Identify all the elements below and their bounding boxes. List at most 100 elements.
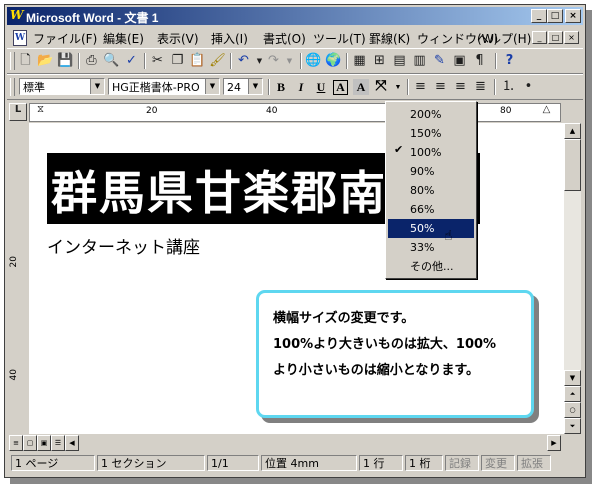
copy-icon[interactable]: ❐ (169, 53, 186, 69)
align-center-icon[interactable]: ≡ (432, 79, 449, 95)
redo-dropdown-icon[interactable]: ▼ (281, 53, 298, 69)
previous-page-button[interactable]: ⏶ (564, 386, 581, 402)
scroll-thumb[interactable] (564, 139, 581, 191)
zoom-option-100[interactable]: ✔ 100% (388, 143, 474, 162)
print-layout-view-button[interactable]: ▣ (37, 435, 51, 451)
distributed-icon[interactable]: ≣ (472, 79, 489, 95)
minimize-button[interactable]: _ (531, 9, 547, 23)
status-mode-record[interactable]: 記録 (445, 455, 479, 471)
cut-icon[interactable]: ✂ (149, 53, 166, 69)
menu-insert[interactable]: 挿入(I) (211, 30, 248, 47)
open-folder-icon[interactable]: 📂 (37, 53, 54, 69)
paste-icon[interactable]: 📋 (189, 53, 206, 69)
italic-icon[interactable]: I (293, 79, 309, 95)
new-document-icon[interactable]: 🗋 (17, 53, 34, 69)
align-right-icon[interactable]: ≡ (452, 79, 469, 95)
menu-help[interactable]: ヘルプ(H) (477, 30, 531, 47)
menu-view[interactable]: 表示(V) (157, 30, 199, 47)
status-mode-revision[interactable]: 変更 (481, 455, 515, 471)
show-hide-icon[interactable]: ¶ (471, 53, 488, 69)
redo-icon[interactable]: ↷ (265, 53, 282, 69)
web-layout-view-button[interactable]: ▢ (23, 435, 37, 451)
insert-hyperlink-icon[interactable]: 🌐 (305, 53, 322, 69)
vertical-ruler[interactable]: 20 40 (7, 123, 29, 434)
option-label: 66% (410, 203, 435, 216)
scaling-dropdown-menu: 200% 150% ✔ 100% 90% 80% 66% 50% 33% その他.… (385, 101, 477, 279)
scroll-up-button[interactable]: ▲ (564, 123, 581, 139)
chevron-down-icon[interactable]: ▼ (205, 79, 219, 94)
underline-icon[interactable]: U (313, 79, 329, 95)
tab-selector-icon[interactable]: L (9, 103, 27, 121)
chevron-down-icon[interactable]: ▼ (248, 79, 262, 94)
doc-restore-button[interactable]: □ (548, 31, 563, 44)
bold-icon[interactable]: B (273, 79, 289, 95)
bullets-icon[interactable]: • (520, 79, 537, 95)
font-combo[interactable]: HG正楷書体-PRO ▼ (108, 78, 220, 95)
help-icon[interactable]: ? (501, 53, 518, 69)
columns-icon[interactable]: ▥ (411, 53, 428, 69)
ruler-number: 20 (9, 256, 19, 268)
doc-minimize-button[interactable]: _ (532, 31, 547, 44)
print-preview-icon[interactable]: 🔍 (103, 53, 120, 69)
zoom-option-200[interactable]: 200% (388, 105, 474, 124)
document-map-icon[interactable]: ▣ (451, 53, 468, 69)
horizontal-scrollbar[interactable]: ≡ ▢ ▣ ☰ ◀ ▶ (7, 434, 564, 451)
scroll-left-button[interactable]: ◀ (65, 435, 79, 451)
document-icon[interactable]: W (13, 30, 27, 46)
close-button[interactable]: × (565, 9, 581, 23)
align-justify-icon[interactable]: ≡ (412, 79, 429, 95)
browse-object-button[interactable]: ○ (564, 402, 581, 418)
insert-table-icon[interactable]: ⊞ (371, 53, 388, 69)
indent-marker-icon[interactable]: ⧖ (32, 102, 49, 118)
format-painter-icon[interactable]: 🖌 (209, 53, 226, 69)
horizontal-ruler-row: L ⧖ 20 40 80 △ (7, 102, 583, 122)
character-border-icon[interactable]: A (333, 80, 348, 95)
outline-view-button[interactable]: ☰ (51, 435, 65, 451)
toolbar-grip[interactable] (10, 52, 15, 70)
drawing-icon[interactable]: ✎ (431, 53, 448, 69)
zoom-option-90[interactable]: 90% (388, 162, 474, 181)
zoom-option-other[interactable]: その他... (388, 257, 474, 276)
option-label: 50% (410, 222, 435, 235)
menu-table[interactable]: 罫線(K) (369, 30, 410, 47)
vertical-scrollbar[interactable]: ▲ ▼ ⏶ ○ ⏷ (564, 123, 581, 434)
style-combo[interactable]: 標準 ▼ (19, 78, 105, 95)
callout-line: 100%より大きいものは拡大、100% (273, 337, 497, 352)
web-toolbar-icon[interactable]: 🌍 (325, 53, 342, 69)
zoom-option-80[interactable]: 80% (388, 181, 474, 200)
ruler-number: 80 (500, 106, 512, 116)
status-mode-extend[interactable]: 拡張 (517, 455, 551, 471)
save-icon[interactable]: 💾 (57, 53, 74, 69)
status-page-count: 1/1 (207, 455, 259, 471)
doc-close-button[interactable]: × (564, 31, 579, 44)
scaling-dropdown-icon[interactable]: ▼ (390, 79, 406, 95)
zoom-option-66[interactable]: 66% (388, 200, 474, 219)
numbering-icon[interactable]: ⒈ (500, 79, 517, 95)
horizontal-ruler[interactable]: ⧖ 20 40 80 △ (29, 103, 561, 122)
scroll-right-button[interactable]: ▶ (547, 435, 561, 451)
menu-file[interactable]: ファイル(F) (33, 30, 97, 47)
menu-format[interactable]: 書式(O) (263, 30, 306, 47)
toolbar-separator (230, 53, 232, 69)
next-page-button[interactable]: ⏷ (564, 418, 581, 434)
chevron-down-icon[interactable]: ▼ (90, 79, 104, 94)
font-size-combo[interactable]: 24 ▼ (223, 78, 263, 95)
tables-borders-icon[interactable]: ▦ (351, 53, 368, 69)
menu-edit[interactable]: 編集(E) (103, 30, 144, 47)
print-icon[interactable]: ⎙ (83, 53, 100, 69)
right-indent-marker-icon[interactable]: △ (538, 102, 555, 118)
undo-icon[interactable]: ↶ (235, 53, 252, 69)
normal-view-button[interactable]: ≡ (9, 435, 23, 451)
maximize-button[interactable]: □ (547, 9, 563, 23)
scroll-down-button[interactable]: ▼ (564, 370, 581, 386)
zoom-option-150[interactable]: 150% (388, 124, 474, 143)
zoom-option-33[interactable]: 33% (388, 238, 474, 257)
insert-excel-icon[interactable]: ▤ (391, 53, 408, 69)
toolbar-grip[interactable] (10, 78, 15, 96)
character-scaling-icon[interactable]: ⤧ (373, 79, 389, 95)
toolbar-separator (300, 53, 302, 69)
character-shading-icon[interactable]: A (353, 79, 369, 95)
spelling-icon[interactable]: ✓ (123, 53, 140, 69)
zoom-option-50[interactable]: 50% (388, 219, 474, 238)
menu-tools[interactable]: ツール(T) (313, 30, 366, 47)
